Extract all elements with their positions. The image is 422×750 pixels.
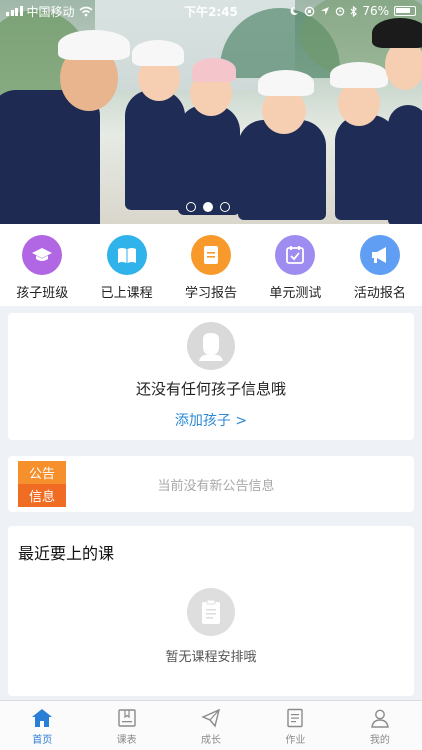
schedule-icon — [117, 709, 136, 727]
menu-item-study-report[interactable]: 学习报告 — [169, 224, 253, 306]
battery-icon — [394, 6, 416, 16]
tab-profile[interactable]: 我的 — [338, 701, 422, 750]
tab-home[interactable]: 首页 — [0, 701, 84, 750]
child-empty-message: 还没有任何孩子信息哦 — [135, 380, 286, 398]
menu-item-event-signup[interactable]: 活动报名 — [338, 224, 422, 306]
status-time: 下午2:45 — [184, 4, 238, 19]
tab-label: 作业 — [285, 735, 306, 746]
tab-label: 成长 — [201, 735, 222, 746]
home-icon — [32, 709, 53, 727]
section-title: 最近要上的课 — [18, 544, 115, 563]
report-document-icon — [191, 235, 232, 275]
menu-label: 单元测试 — [269, 286, 322, 301]
menu-label: 活动报名 — [353, 286, 406, 301]
megaphone-icon — [359, 235, 400, 275]
carousel-dot[interactable] — [220, 202, 230, 212]
tab-label: 课表 — [116, 735, 137, 746]
home-screen: 中国移动 下午2:45 76% 孩子班级 已上课程 学习报告 单元测试 活动报名… — [0, 0, 422, 750]
tab-label: 首页 — [32, 735, 53, 746]
tab-growth[interactable]: 成长 — [169, 701, 253, 750]
upcoming-courses-card: 最近要上的课 暂无课程安排哦 — [8, 526, 414, 696]
tab-schedule[interactable]: 课表 — [84, 701, 168, 750]
location-icon — [321, 7, 330, 15]
profile-icon — [371, 709, 389, 728]
child-avatar-placeholder-icon — [187, 322, 235, 370]
tab-homework[interactable]: 作业 — [253, 701, 337, 750]
menu-label: 已上课程 — [100, 286, 153, 301]
menu-label: 学习报告 — [185, 286, 238, 301]
homework-icon — [287, 708, 304, 728]
child-info-card: 还没有任何孩子信息哦 添加孩子 > — [8, 313, 414, 440]
carousel-dot-active[interactable] — [203, 202, 213, 212]
bottom-tab-bar: 首页 课表 成长 作业 我的 — [0, 700, 422, 750]
courses-empty-message: 暂无课程安排哦 — [165, 650, 257, 665]
menu-item-unit-test[interactable]: 单元测试 — [253, 224, 337, 306]
notice-badge-line2: 信息 — [18, 484, 66, 507]
tab-label: 我的 — [369, 735, 390, 746]
clipboard-icon — [187, 588, 235, 636]
add-child-link[interactable]: 添加孩子 > — [175, 410, 247, 430]
signal-strength-icon — [6, 6, 23, 16]
menu-label: 孩子班级 — [16, 286, 69, 301]
graduation-cap-icon — [22, 235, 63, 275]
paper-plane-icon — [201, 708, 221, 728]
quick-menu: 孩子班级 已上课程 学习报告 单元测试 活动报名 — [0, 224, 422, 306]
bluetooth-icon — [350, 5, 358, 17]
menu-item-attended-courses[interactable]: 已上课程 — [84, 224, 168, 306]
carousel-dot[interactable] — [186, 202, 196, 212]
notice-card[interactable]: 公告 信息 当前没有新公告信息 — [8, 456, 414, 512]
alarm-icon — [336, 7, 345, 16]
promo-banner[interactable]: 中国移动 下午2:45 76% — [0, 0, 422, 224]
menu-item-child-class[interactable]: 孩子班级 — [0, 224, 84, 306]
notice-empty-message: 当前没有新公告信息 — [157, 478, 275, 494]
notice-badge: 公告 信息 — [18, 461, 66, 507]
battery-percent: 76% — [362, 4, 389, 18]
moon-icon — [290, 6, 299, 15]
carrier-name: 中国移动 — [26, 4, 75, 19]
carousel-indicator — [186, 202, 230, 212]
calendar-check-icon — [275, 235, 316, 275]
status-bar: 中国移动 下午2:45 76% — [0, 0, 422, 22]
wifi-icon — [79, 6, 93, 16]
orientation-lock-icon — [304, 6, 315, 16]
open-book-icon — [106, 235, 147, 275]
notice-badge-line1: 公告 — [18, 461, 66, 484]
